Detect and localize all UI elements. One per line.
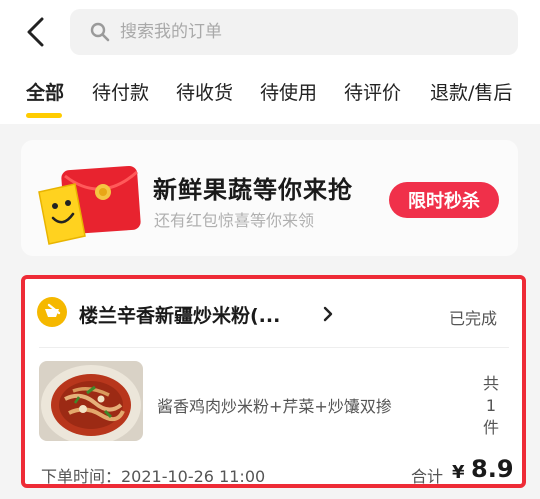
chevron-right-icon[interactable] (321, 305, 335, 323)
promo-banner[interactable]: 新鲜果蔬等你来抢 还有红包惊喜等你来领 限时秒杀 (21, 140, 518, 256)
item-count-prefix: 共 (482, 374, 499, 393)
tab-pending-delivery[interactable]: 待收货 (176, 78, 233, 105)
tab-all[interactable]: 全部 (26, 78, 64, 105)
order-time: 下单时间：2021-10-26 11:00 (41, 467, 266, 486)
order-card[interactable]: 楼兰辛香新疆炒米粉(... 已完成 酱香鸡肉炒米粉+芹菜+炒馕双掺 共 1 件 … (21, 275, 526, 488)
store-name[interactable]: 楼兰辛香新疆炒米粉(... (79, 301, 280, 328)
order-status: 已完成 (449, 309, 498, 328)
back-chevron-icon (27, 17, 44, 47)
item-count: 共 1 件 (479, 373, 503, 439)
red-envelope-smiley-icon (38, 165, 141, 245)
search-box[interactable] (70, 9, 518, 55)
tab-pending-use[interactable]: 待使用 (260, 78, 317, 105)
promo-subtitle: 还有红包惊喜等你来领 (154, 211, 315, 230)
item-count-value: 1 (485, 396, 497, 415)
tab-pending-payment[interactable]: 待付款 (92, 78, 149, 105)
item-count-suffix: 件 (482, 418, 499, 437)
divider (39, 347, 509, 348)
order-tabs: 全部 待付款 待收货 待使用 待评价 退款/售后 (0, 78, 540, 124)
tab-refund-after-sales[interactable]: 退款/售后 (430, 78, 512, 105)
promo-title: 新鲜果蔬等你来抢 (153, 176, 353, 204)
active-tab-indicator (26, 113, 62, 118)
total-label: 合计 (411, 467, 444, 486)
top-bar: 全部 待付款 待收货 待使用 待评价 退款/售后 (0, 0, 540, 124)
flash-sale-button[interactable]: 限时秒杀 (389, 182, 499, 218)
tab-pending-review[interactable]: 待评价 (344, 78, 401, 105)
currency-symbol: ¥ (452, 462, 465, 483)
total-amount: 8.9 (471, 455, 514, 483)
food-thumbnail[interactable] (39, 361, 143, 441)
food-image (39, 361, 143, 441)
back-button[interactable] (18, 14, 54, 50)
search-input[interactable] (118, 21, 482, 43)
search-icon (90, 22, 110, 42)
item-description: 酱香鸡肉炒米粉+芹菜+炒馕双掺 (157, 397, 392, 416)
store-badge-icon (37, 297, 67, 327)
